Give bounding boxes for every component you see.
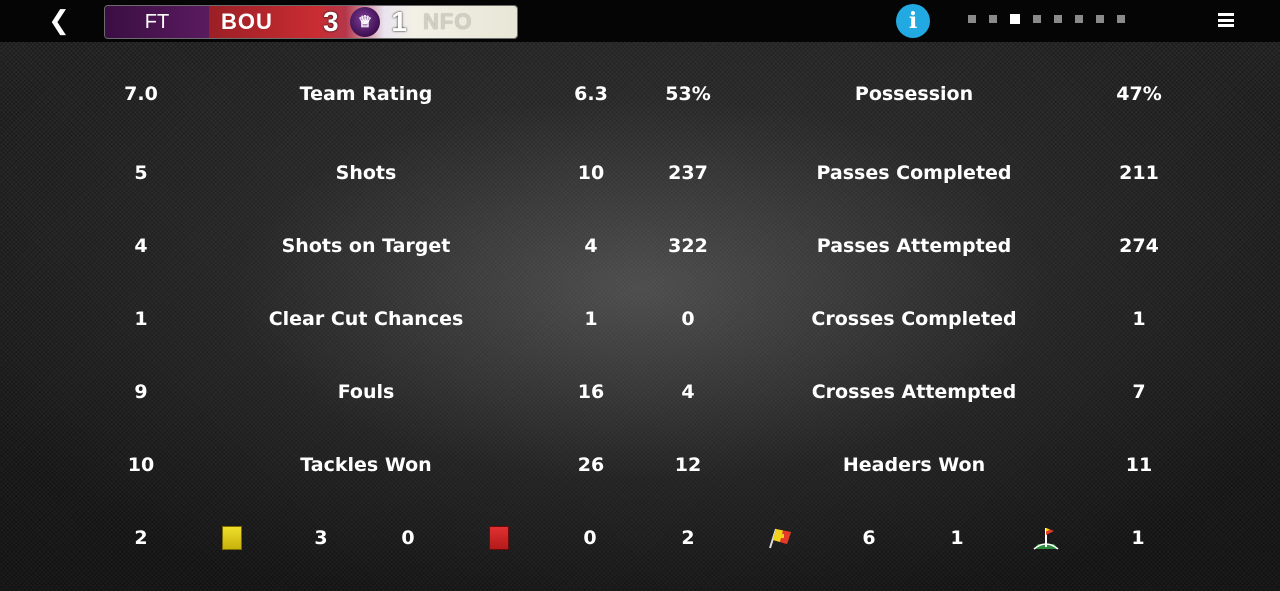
stat-home-value: 1: [134, 308, 148, 330]
corners-home: 1: [950, 527, 964, 549]
stat-away-value: 47%: [1116, 83, 1162, 105]
stat-home-value: 12: [674, 454, 702, 476]
stat-away-value: 11: [1125, 454, 1153, 476]
match-status: FT: [105, 6, 209, 38]
back-icon[interactable]: ❮: [44, 6, 74, 36]
home-score: 3: [323, 6, 339, 37]
stat-away-value: 4: [584, 235, 598, 257]
red-card-icon: [489, 526, 509, 550]
stat-label: Shots on Target: [281, 235, 451, 257]
stat-home-value: 237: [668, 162, 708, 184]
page-dot[interactable]: [1117, 15, 1125, 23]
offside-flag-icon: [769, 528, 791, 549]
away-score: 1: [391, 6, 407, 37]
top-bar: ❮ FT BOU 3 ♕ 1 NFO i: [0, 0, 1280, 42]
stat-label: Possession: [854, 83, 974, 105]
score: 3 ♕ 1: [317, 6, 413, 38]
home-team-code: BOU: [209, 6, 317, 38]
stats-background: [0, 42, 1280, 591]
stat-home-value: 4: [134, 235, 148, 257]
yellow-card-icon: [222, 526, 242, 550]
stat-label: Fouls: [337, 381, 395, 403]
stat-away-value: 26: [577, 454, 605, 476]
stat-label: Shots: [335, 162, 397, 184]
stat-away-value: 6.3: [574, 83, 608, 105]
corners-away: 1: [1131, 527, 1145, 549]
page-dot[interactable]: [1096, 15, 1104, 23]
page-indicator[interactable]: [968, 14, 1125, 24]
league-logo-icon: ♕: [350, 7, 380, 37]
away-team-code: NFO: [413, 6, 517, 38]
yellow-cards-away: 3: [314, 527, 328, 549]
stat-away-value: 274: [1119, 235, 1159, 257]
scoreboard: FT BOU 3 ♕ 1 NFO: [104, 5, 518, 39]
info-icon[interactable]: i: [896, 4, 930, 38]
stat-home-value: 7.0: [124, 83, 158, 105]
stat-label: Tackles Won: [300, 454, 432, 476]
page-dot[interactable]: [1033, 15, 1041, 23]
corner-flag-icon: [1033, 528, 1059, 550]
yellow-cards-home: 2: [134, 527, 148, 549]
stat-home-value: 5: [134, 162, 148, 184]
stat-home-value: 9: [134, 381, 148, 403]
stat-label: Clear Cut Chances: [268, 308, 464, 330]
offsides-away: 6: [862, 527, 876, 549]
stat-home-value: 322: [668, 235, 708, 257]
page-dot[interactable]: [1075, 15, 1083, 23]
stat-home-value: 10: [127, 454, 155, 476]
stat-label: Passes Attempted: [816, 235, 1012, 257]
stat-home-value: 0: [681, 308, 695, 330]
stat-home-value: 53%: [665, 83, 711, 105]
hamburger-menu-icon[interactable]: [1218, 13, 1234, 27]
page-dot[interactable]: [1010, 14, 1020, 24]
stat-label: Crosses Attempted: [811, 381, 1017, 403]
stat-label: Passes Completed: [816, 162, 1012, 184]
page-dot[interactable]: [989, 15, 997, 23]
stat-label: Headers Won: [842, 454, 986, 476]
red-cards-away: 0: [583, 527, 597, 549]
stat-away-value: 16: [577, 381, 605, 403]
stat-home-value: 4: [681, 381, 695, 403]
stat-away-value: 1: [1132, 308, 1146, 330]
stat-away-value: 7: [1132, 381, 1146, 403]
stat-away-value: 1: [584, 308, 598, 330]
stat-away-value: 10: [577, 162, 605, 184]
stat-label: Team Rating: [299, 83, 433, 105]
offsides-home: 2: [681, 527, 695, 549]
page-dot[interactable]: [1054, 15, 1062, 23]
stat-label: Crosses Completed: [811, 308, 1017, 330]
red-cards-home: 0: [401, 527, 415, 549]
stat-away-value: 211: [1119, 162, 1159, 184]
page-dot[interactable]: [968, 15, 976, 23]
